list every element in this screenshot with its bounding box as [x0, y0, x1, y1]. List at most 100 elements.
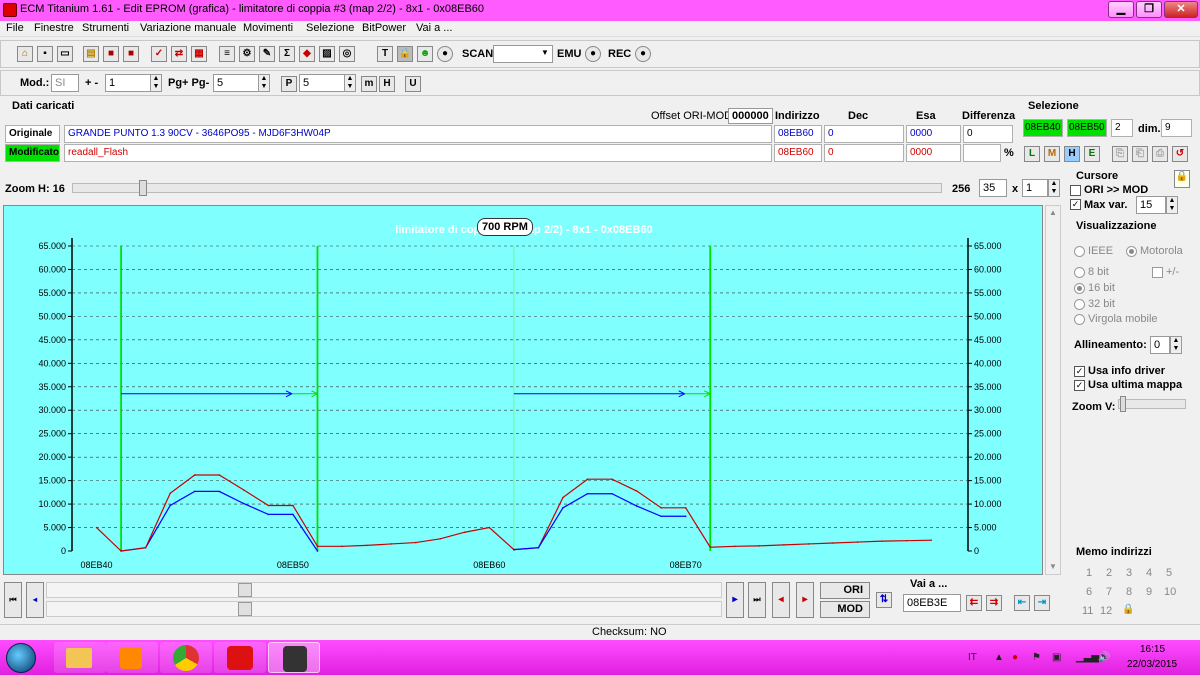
copy-icon[interactable]: ⎘	[1112, 146, 1128, 162]
mod-field[interactable]: SI	[51, 74, 79, 92]
menu-file[interactable]: File	[6, 22, 24, 34]
select-start-icon[interactable]: L	[1024, 146, 1040, 162]
memo-11[interactable]: 11	[1082, 605, 1093, 617]
mod-hscroll-thumb[interactable]	[238, 602, 252, 616]
zoom-v-slider[interactable]	[1118, 399, 1186, 409]
modificato-esa[interactable]: 0000	[906, 144, 961, 162]
edit-icon[interactable]: ✎	[259, 46, 275, 62]
flag-icon[interactable]: ◆	[299, 46, 315, 62]
calendar-icon[interactable]: ▦	[191, 46, 207, 62]
mod-button[interactable]: MOD	[820, 601, 870, 618]
motorola-radio[interactable]	[1126, 246, 1137, 257]
close-button[interactable]: ✕	[1164, 1, 1198, 18]
open-folder-icon[interactable]: ▤	[83, 46, 99, 62]
pg-spinner[interactable]: ▲ ▼	[258, 74, 270, 92]
pg-field[interactable]: 5	[213, 74, 259, 92]
start-button[interactable]	[6, 643, 36, 673]
menu-variazione-manuale[interactable]: Variazione manuale	[140, 22, 236, 34]
memo-lock-icon[interactable]: 🔒	[1122, 604, 1136, 618]
chevron-down-icon[interactable]: ▼	[541, 48, 549, 57]
m-icon[interactable]: m	[361, 76, 377, 92]
originale-dec[interactable]: 0	[824, 125, 904, 143]
memo-3[interactable]: 3	[1126, 567, 1132, 579]
menu-bitpower[interactable]: BitPower	[362, 22, 406, 34]
text-icon[interactable]: T	[377, 46, 393, 62]
tools-icon[interactable]: ⚙	[239, 46, 255, 62]
task-explorer[interactable]	[54, 642, 106, 673]
memo-8[interactable]: 8	[1126, 586, 1132, 598]
disk-icon[interactable]: ■	[103, 46, 119, 62]
usa-ultima-checkbox[interactable]: ✓	[1074, 380, 1085, 391]
zoom-mult[interactable]: 1	[1022, 179, 1048, 197]
paste-icon[interactable]: ⎗	[1132, 146, 1148, 162]
mark-prev-icon[interactable]: ⇤	[1014, 595, 1030, 611]
memo-1[interactable]: 1	[1086, 567, 1092, 579]
memo-12[interactable]: 12	[1100, 605, 1112, 617]
task-active[interactable]	[268, 642, 320, 673]
first-icon[interactable]: ⏮	[4, 582, 22, 618]
selezione-from[interactable]: 08EB40	[1023, 119, 1063, 137]
memo-2[interactable]: 2	[1106, 567, 1112, 579]
prev-icon[interactable]: ◂	[26, 582, 44, 618]
bit32-radio[interactable]	[1074, 299, 1085, 310]
scroll-down-icon[interactable]: ▼	[1049, 562, 1057, 571]
plusminus-checkbox[interactable]	[1152, 267, 1163, 278]
stack-icon[interactable]: ≡	[219, 46, 235, 62]
scroll-up-icon[interactable]: ▲	[1049, 208, 1057, 217]
originale-label[interactable]: Originale	[5, 125, 60, 143]
ori-button[interactable]: ORI	[820, 582, 870, 599]
selezione-to[interactable]: 08EB50	[1067, 119, 1107, 137]
record-icon[interactable]: ●	[437, 46, 453, 62]
task-ecm[interactable]	[214, 642, 266, 673]
tray-misc-icon[interactable]: ▣	[1052, 652, 1061, 663]
chart-vscrollbar[interactable]: ▲ ▼	[1045, 205, 1061, 575]
home-icon[interactable]: ⌂	[17, 46, 33, 62]
ori-mod-checkbox[interactable]	[1070, 185, 1081, 196]
compare-icon[interactable]: ⇄	[171, 46, 187, 62]
emu-button[interactable]: ●	[585, 46, 601, 62]
u-icon[interactable]: U	[405, 76, 421, 92]
bit8-radio[interactable]	[1074, 267, 1085, 278]
originale-esa[interactable]: 0000	[906, 125, 961, 143]
checklist-icon[interactable]: ✓	[151, 46, 167, 62]
task-media[interactable]	[106, 642, 158, 673]
memo-7[interactable]: 7	[1106, 586, 1112, 598]
disk-red-icon[interactable]: ■	[123, 46, 139, 62]
menu-vai-a[interactable]: Vai a ...	[416, 22, 452, 34]
run-icon[interactable]: ☻	[417, 46, 433, 62]
tray-expand-icon[interactable]: ▲	[994, 652, 1004, 663]
ori-hscroll-thumb[interactable]	[238, 583, 252, 597]
menu-strumenti[interactable]: Strumenti	[82, 22, 129, 34]
mark-next-icon[interactable]: ⇥	[1034, 595, 1050, 611]
virgola-radio[interactable]	[1074, 314, 1085, 325]
memo-9[interactable]: 9	[1146, 586, 1152, 598]
zoom-mult-spinner[interactable]: ▲ ▼	[1048, 179, 1060, 197]
menu-movimenti[interactable]: Movimenti	[243, 22, 293, 34]
memo-10[interactable]: 10	[1164, 586, 1176, 598]
allineamento-spinner[interactable]: ▲ ▼	[1170, 336, 1182, 354]
padlock-icon[interactable]: 🔒	[1174, 170, 1190, 188]
max-var-field[interactable]: 15	[1136, 196, 1166, 214]
minimize-button[interactable]: ▁	[1108, 1, 1134, 18]
select-range-icon[interactable]: H	[1064, 146, 1080, 162]
sum-icon[interactable]: Σ	[279, 46, 295, 62]
step-back-icon[interactable]: ◂	[772, 582, 790, 618]
volume-icon[interactable]: 🔊	[1098, 652, 1110, 663]
plusminus-spinner[interactable]: ▲ ▼	[150, 74, 162, 92]
rec-button[interactable]: ●	[635, 46, 651, 62]
menu-selezione[interactable]: Selezione	[306, 22, 354, 34]
step-fwd-icon[interactable]: ▸	[796, 582, 814, 618]
p-icon[interactable]: P	[281, 76, 297, 92]
memo-6[interactable]: 6	[1086, 586, 1092, 598]
ori-hscrollbar[interactable]	[46, 582, 722, 598]
tray-app-icon[interactable]: ●	[1012, 652, 1018, 663]
plusminus-field[interactable]: 1	[105, 74, 151, 92]
p-field[interactable]: 5	[299, 74, 345, 92]
last-icon[interactable]: ⏭	[748, 582, 766, 618]
next-icon[interactable]: ▸	[726, 582, 744, 618]
max-var-checkbox[interactable]: ✓	[1070, 199, 1081, 210]
memo-5[interactable]: 5	[1166, 567, 1172, 579]
language-indicator[interactable]: IT	[968, 652, 977, 663]
paste-special-icon[interactable]: ⎙	[1152, 146, 1168, 162]
mod-hscrollbar[interactable]	[46, 601, 722, 617]
